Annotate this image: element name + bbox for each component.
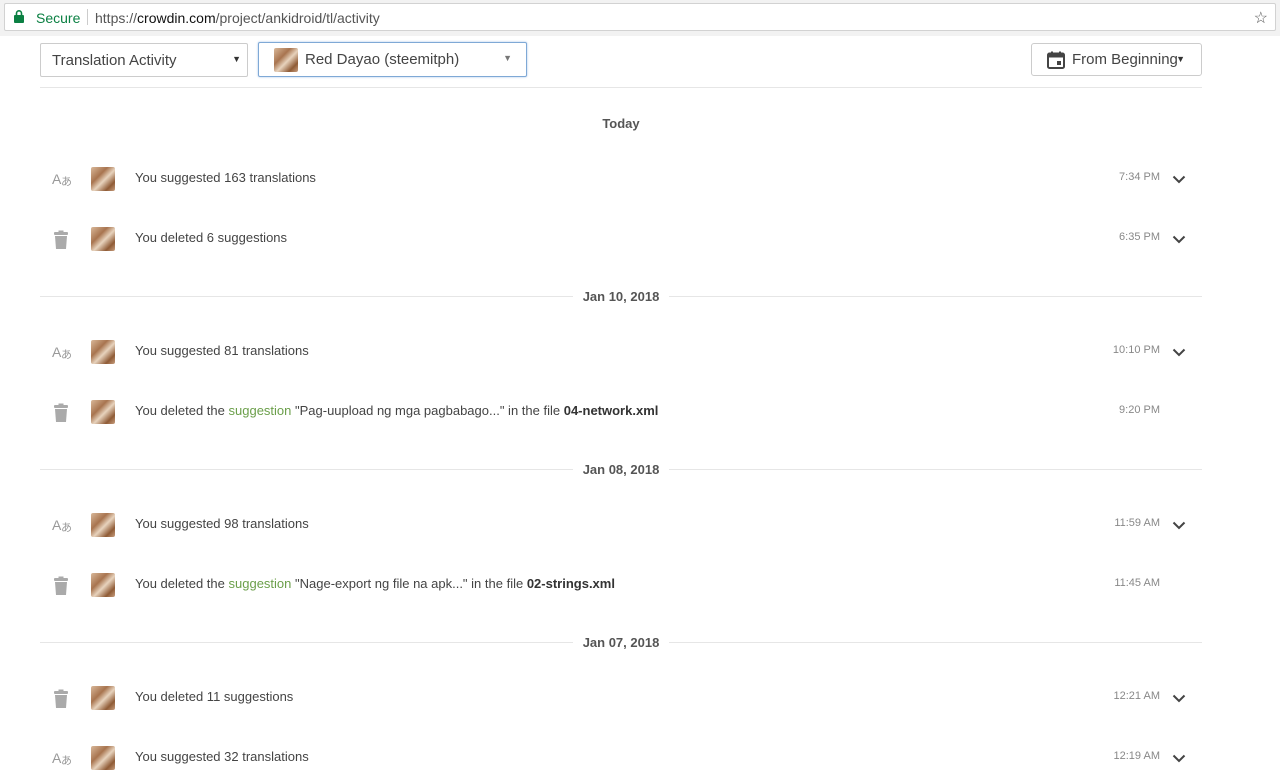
url-scheme: https:// [95,10,138,26]
activity-text-prefix: You deleted the [135,403,229,418]
activity-type-select[interactable]: Translation Activity ▼ [40,43,248,77]
file-name: 04-network.xml [563,403,659,418]
date-heading: Jan 08, 2018 [40,462,1202,477]
svg-text:あ: あ [61,348,72,361]
svg-text:あ: あ [61,521,72,534]
user-select[interactable]: Red Dayao (steemitph) ▼ [258,42,527,77]
activity-time: 10:10 PM [1112,344,1160,356]
dropdown-arrow-icon: ▼ [232,54,241,64]
activity-text: You deleted 6 suggestions [135,230,288,245]
activity-item: A あ You suggested 81 translations 10:10 PM [40,337,1202,367]
url-path: /project/ankidroid/tl/activity [215,10,380,26]
activity-item: A あ You suggested 163 translations 7:34 PM [40,164,1202,194]
activity-text: You suggested 81 translations [135,343,309,358]
user-avatar[interactable] [91,400,115,424]
date-range-dropdown[interactable]: From Beginning ▼ [1031,43,1202,76]
activity-item: You deleted 11 suggestions 12:21 AM [40,683,1202,713]
activity-text-middle: "Nage-export ng file na apk..." in the f… [291,576,527,591]
activity-time: 11:59 AM [1114,517,1160,529]
file-name: 02-strings.xml [526,576,615,591]
activity-time: 12:19 AM [1113,750,1160,762]
user-avatar[interactable] [91,167,115,191]
svg-text:あ: あ [61,754,72,767]
chevron-down-icon[interactable] [1172,344,1186,362]
activity-text: You suggested 163 translations [135,170,316,185]
activity-item: You deleted the suggestion "Pag-uupload … [40,397,1202,427]
activity-time: 9:20 PM [1119,404,1160,416]
activity-text: You deleted the suggestion "Pag-uupload … [135,403,658,418]
browser-address-bar: Secure https://crowdin.com/project/ankid… [0,0,1280,36]
trash-icon [52,689,72,709]
chevron-down-icon[interactable] [1172,231,1186,249]
suggest-icon: Aあ [52,749,72,769]
url-text[interactable]: https://crowdin.com/project/ankidroid/tl… [95,10,380,26]
dropdown-arrow-icon: ▼ [503,53,512,63]
date-heading-label: Jan 08, 2018 [572,462,670,477]
activity-text-middle: "Pag-uupload ng mga pagbabago..." in the… [291,403,564,418]
user-avatar[interactable] [91,573,115,597]
chevron-down-icon[interactable] [1172,517,1186,535]
user-avatar[interactable] [91,746,115,770]
secure-label: Secure [36,10,81,26]
date-heading-label: Jan 10, 2018 [572,289,670,304]
user-select-value: Red Dayao (steemitph) [305,51,460,68]
trash-icon [52,576,72,596]
calendar-icon [1047,51,1065,69]
activity-text: You deleted 11 suggestions [135,689,294,704]
activity-item: A あ You suggested 32 translations 12:19 AM [40,743,1202,773]
activity-time: 12:21 AM [1113,690,1160,702]
divider [40,87,1202,88]
caret-down-icon: ▼ [1176,54,1185,64]
suggestion-link[interactable]: suggestion [229,403,292,418]
activity-item: You deleted the suggestion "Nage-export … [40,570,1202,600]
suggest-icon: Aあ [52,343,72,363]
activity-item: You deleted 6 suggestions 6:35 PM [40,224,1202,254]
date-heading: Jan 10, 2018 [40,289,1202,304]
trash-icon [52,403,72,423]
activity-time: 11:45 AM [1114,577,1160,589]
user-avatar [274,48,298,72]
activity-text: You suggested 32 translations [135,749,309,764]
url-separator [87,9,88,25]
date-heading: Jan 07, 2018 [40,635,1202,650]
user-avatar[interactable] [91,227,115,251]
suggestion-link[interactable]: suggestion [229,576,292,591]
activity-item: A あ You suggested 98 translations 11:59 AM [40,510,1202,540]
activity-type-value: Translation Activity [52,52,177,69]
bookmark-star-icon[interactable]: ☆ [1254,8,1268,28]
activity-text: You suggested 98 translations [135,516,309,531]
chevron-down-icon[interactable] [1172,750,1186,768]
date-heading: Today [602,116,640,131]
date-range-value: From Beginning [1072,51,1178,68]
chevron-down-icon[interactable] [1172,171,1186,189]
user-avatar[interactable] [91,340,115,364]
url-bar[interactable]: Secure https://crowdin.com/project/ankid… [4,3,1276,31]
user-avatar[interactable] [91,686,115,710]
activity-text: You deleted the suggestion "Nage-export … [135,576,615,591]
svg-text:あ: あ [61,175,72,188]
trash-icon [52,230,72,250]
activity-text-prefix: You deleted the [135,576,229,591]
user-avatar[interactable] [91,513,115,537]
url-host: crowdin.com [137,10,216,26]
activity-time: 7:34 PM [1119,171,1160,183]
suggest-icon: Aあ [52,516,72,536]
lock-icon [14,10,24,23]
chevron-down-icon[interactable] [1172,690,1186,708]
activity-time: 6:35 PM [1119,231,1160,243]
suggest-icon: Aあ [52,170,72,190]
date-heading-label: Jan 07, 2018 [572,635,670,650]
